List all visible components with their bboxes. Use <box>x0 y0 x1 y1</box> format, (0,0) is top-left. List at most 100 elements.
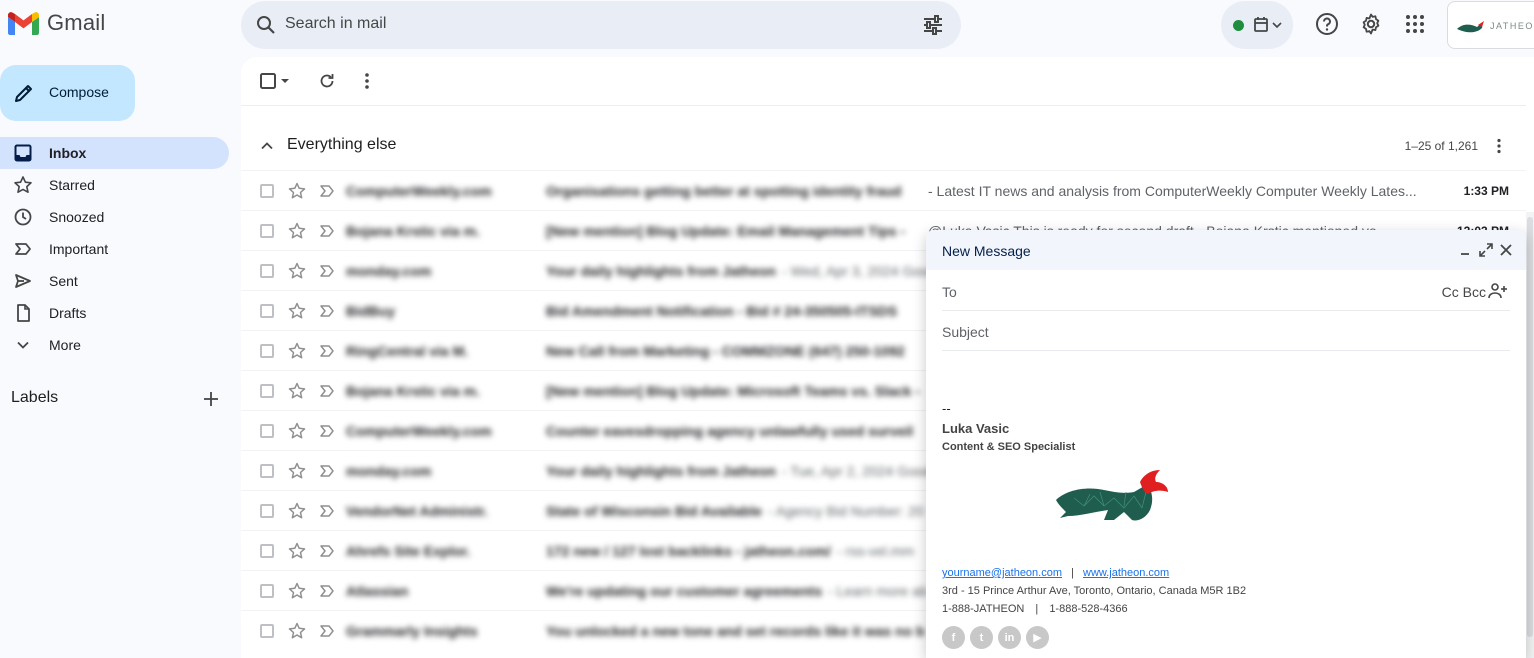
email-sender: Grammarly Insights <box>346 623 478 639</box>
section-more-icon[interactable] <box>1490 137 1508 155</box>
email-subject: Your daily highlights from Jatheon <box>546 263 776 279</box>
help-icon[interactable] <box>1315 12 1339 36</box>
sidebar-item-drafts[interactable]: Drafts <box>0 297 229 329</box>
search-options-icon[interactable] <box>921 13 945 37</box>
row-checkbox[interactable] <box>260 344 274 358</box>
sidebar-item-inbox[interactable]: Inbox <box>0 137 229 169</box>
row-checkbox[interactable] <box>260 264 274 278</box>
youtube-icon[interactable]: ▶ <box>1026 626 1049 649</box>
row-checkbox[interactable] <box>260 304 274 318</box>
star-icon[interactable] <box>287 341 307 361</box>
important-marker-icon[interactable] <box>318 462 336 480</box>
email-sender: VendorNet Administr. <box>346 503 488 519</box>
to-field[interactable]: To Cc Bcc <box>942 271 1510 311</box>
important-marker-icon[interactable] <box>318 422 336 440</box>
signature-social-icons: f t in ▶ <box>942 626 1049 649</box>
facebook-icon[interactable]: f <box>942 626 965 649</box>
select-dropdown-icon[interactable] <box>278 71 292 91</box>
section-header: Everything else 1–25 of 1,261 <box>241 127 1526 163</box>
compose-button[interactable]: Compose <box>0 65 135 121</box>
select-all-checkbox[interactable] <box>258 71 278 91</box>
cc-bcc-link[interactable]: Cc Bcc <box>1442 284 1486 300</box>
subject-input[interactable]: Subject <box>942 324 989 340</box>
email-subject: Your daily highlights from Jatheon <box>546 463 776 479</box>
row-checkbox[interactable] <box>260 624 274 638</box>
email-subject: Counter eavesdropping agency unlawfully … <box>546 423 914 439</box>
star-icon[interactable] <box>287 181 307 201</box>
email-subject: 172 new / 127 lost backlinks - jatheon.c… <box>546 543 831 559</box>
star-icon[interactable] <box>287 501 307 521</box>
apps-grid-icon[interactable] <box>1403 12 1427 36</box>
row-checkbox[interactable] <box>260 504 274 518</box>
close-icon[interactable] <box>1498 242 1514 258</box>
signature-website-link[interactable]: www.jatheon.com <box>1083 567 1169 579</box>
row-checkbox[interactable] <box>260 464 274 478</box>
fullscreen-icon[interactable] <box>1478 242 1494 258</box>
row-checkbox[interactable] <box>260 584 274 598</box>
important-marker-icon[interactable] <box>318 542 336 560</box>
collapse-chevron-icon[interactable] <box>258 137 276 155</box>
row-checkbox[interactable] <box>260 544 274 558</box>
important-marker-icon[interactable] <box>318 222 336 240</box>
signature-phones: 1-888-JATHEON | 1-888-528-4366 <box>942 603 1128 615</box>
scrollbar-thumb[interactable] <box>1527 217 1533 637</box>
sidebar-item-snoozed[interactable]: Snoozed <box>0 201 229 233</box>
compose-label: Compose <box>49 84 109 100</box>
twitter-icon[interactable]: t <box>970 626 993 649</box>
send-icon <box>15 274 31 288</box>
star-icon[interactable] <box>287 621 307 641</box>
search-icon[interactable] <box>254 13 278 37</box>
important-marker-icon[interactable] <box>318 262 336 280</box>
section-title: Everything else <box>287 136 397 153</box>
gmail-logo[interactable]: Gmail <box>8 10 105 36</box>
email-snippet: - Latest IT news and analysis from Compu… <box>928 183 1417 199</box>
signature-email-link[interactable]: yourname@jatheon.com <box>942 567 1062 579</box>
sidebar-item-more[interactable]: More <box>0 329 229 361</box>
star-icon[interactable] <box>287 461 307 481</box>
add-recipients-icon[interactable] <box>1488 282 1508 300</box>
row-checkbox[interactable] <box>260 184 274 198</box>
gmail-m-icon <box>8 12 39 35</box>
minimize-icon[interactable] <box>1458 242 1474 258</box>
sidebar-item-starred[interactable]: Starred <box>0 169 229 201</box>
add-label-icon[interactable] <box>201 389 221 409</box>
email-subject: [New mention] Blog Update: Microsoft Tea… <box>546 383 920 399</box>
account-switcher[interactable]: JATHEON <box>1447 1 1534 49</box>
sidebar-item-important[interactable]: Important <box>0 233 229 265</box>
email-time: 1:33 PM <box>1463 184 1509 198</box>
refresh-icon[interactable] <box>317 71 337 91</box>
search-bar[interactable]: Search in mail <box>241 1 961 49</box>
email-row[interactable]: ComputerWeekly.com Organisations getting … <box>241 170 1526 210</box>
important-marker-icon[interactable] <box>318 502 336 520</box>
linkedin-icon[interactable]: in <box>998 626 1021 649</box>
star-icon[interactable] <box>287 301 307 321</box>
compose-window: New Message To Cc Bcc Subject -- Luka Va… <box>926 230 1526 658</box>
star-icon[interactable] <box>287 421 307 441</box>
toolbar-divider <box>241 105 1526 106</box>
compose-window-header[interactable]: New Message <box>926 230 1526 270</box>
email-sender: RingCentral via M. <box>346 343 469 359</box>
signature-link-separator: | <box>1071 567 1074 579</box>
more-options-icon[interactable] <box>357 71 377 91</box>
important-marker-icon[interactable] <box>318 382 336 400</box>
important-marker-icon[interactable] <box>318 342 336 360</box>
row-checkbox[interactable] <box>260 424 274 438</box>
sidebar-item-sent[interactable]: Sent <box>0 265 229 297</box>
star-icon[interactable] <box>287 221 307 241</box>
important-marker-icon[interactable] <box>318 622 336 640</box>
sidebar-item-label: Starred <box>49 177 95 193</box>
star-icon[interactable] <box>287 581 307 601</box>
subject-field[interactable]: Subject <box>942 311 1510 351</box>
row-checkbox[interactable] <box>260 224 274 238</box>
star-icon[interactable] <box>287 541 307 561</box>
important-marker-icon[interactable] <box>318 582 336 600</box>
important-marker-icon[interactable] <box>318 302 336 320</box>
star-icon[interactable] <box>287 261 307 281</box>
status-selector[interactable] <box>1221 1 1293 49</box>
settings-gear-icon[interactable] <box>1359 12 1383 36</box>
important-marker-icon[interactable] <box>318 182 336 200</box>
search-input[interactable]: Search in mail <box>285 15 386 33</box>
row-checkbox[interactable] <box>260 384 274 398</box>
star-icon[interactable] <box>287 381 307 401</box>
pencil-icon <box>15 85 32 102</box>
